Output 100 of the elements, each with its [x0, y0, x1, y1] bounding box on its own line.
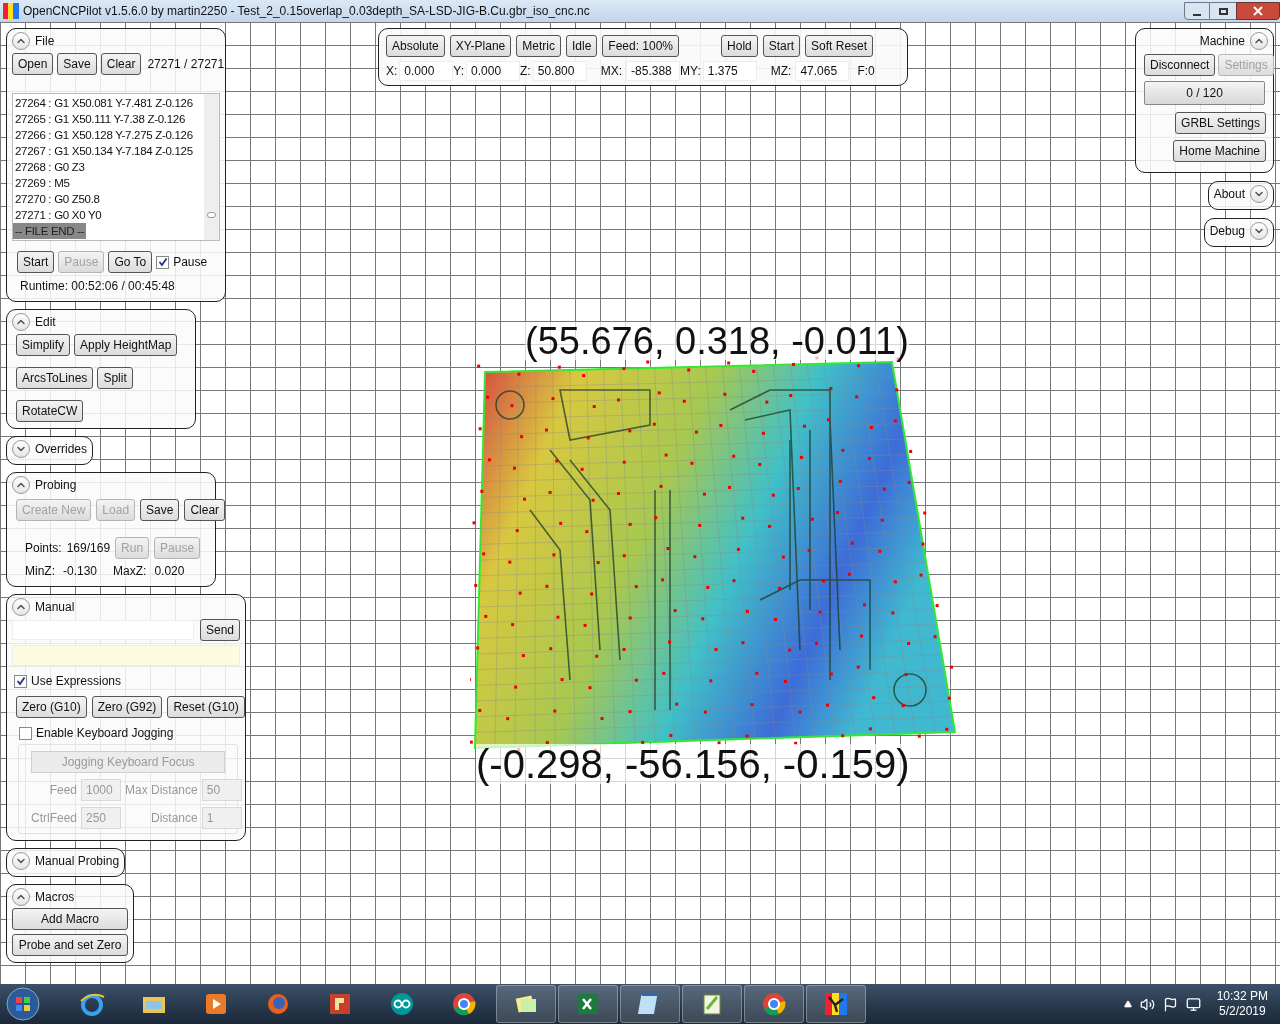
gcode-line[interactable]: 27264 : G1 X50.081 Y-7.481 Z-0.126 [13, 95, 204, 111]
media-player-icon [203, 991, 229, 1017]
maximize-button[interactable] [1210, 2, 1236, 20]
coordinate-label: MX: [600, 63, 623, 80]
gcode-line[interactable]: 27266 : G1 X50.128 Y-7.275 Z-0.126 [13, 127, 204, 143]
panel-title[interactable]: Edit [35, 313, 56, 331]
minz-value: -0.130 [63, 563, 98, 580]
taskbar-button[interactable] [496, 985, 556, 1023]
button[interactable]: Soft Reset [805, 35, 874, 57]
button[interactable]: Apply HeightMap [74, 334, 178, 356]
checkbox[interactable] [156, 255, 170, 269]
checkbox[interactable] [14, 674, 27, 688]
browser-icon [761, 991, 787, 1017]
button[interactable]: Zero (G10) [16, 696, 87, 718]
button[interactable]: Save [140, 499, 180, 521]
button[interactable]: Clear [100, 53, 142, 75]
start-button[interactable] [4, 986, 42, 1022]
gcode-line[interactable]: 27271 : G0 X0 Y0 [13, 207, 204, 223]
gcode-line[interactable]: 27268 : G0 Z3 [13, 159, 204, 175]
status-button[interactable]: XY-Plane [449, 35, 512, 57]
collapse-icon[interactable] [12, 313, 30, 331]
status-button[interactable]: Idle [565, 35, 598, 57]
button[interactable]: Start [762, 35, 801, 57]
panel-title[interactable]: Debug [1209, 222, 1245, 240]
button[interactable]: GRBL Settings [1175, 112, 1266, 134]
taskbar-button[interactable] [744, 985, 804, 1023]
browser-icon [451, 991, 477, 1017]
button[interactable]: Reset (G10) [167, 696, 245, 718]
panel-title[interactable]: Macros [35, 888, 75, 906]
button[interactable]: Send [199, 619, 240, 641]
button[interactable]: Zero (G92) [91, 696, 163, 718]
coordinate-label: (55.676, 0.318, -0.011) [525, 322, 909, 360]
input-field[interactable]: 0.000 [399, 61, 454, 81]
collapse-icon[interactable] [12, 476, 30, 494]
scrollbar[interactable] [204, 94, 219, 240]
taskbar-button[interactable] [682, 985, 742, 1023]
taskbar-button[interactable] [558, 985, 618, 1023]
tray-arrow-icon[interactable] [1123, 1000, 1132, 1008]
expand-icon[interactable] [12, 440, 30, 458]
button[interactable]: Add Macro [12, 908, 128, 930]
collapse-icon[interactable] [12, 888, 30, 906]
gcode-line[interactable]: 27270 : G0 Z50.8 [13, 191, 204, 207]
input-field[interactable] [12, 620, 194, 640]
status-button[interactable]: Metric [516, 35, 561, 57]
coordinate-label: Z: [520, 63, 531, 80]
button[interactable]: Split [97, 367, 133, 389]
button[interactable]: Go To [108, 251, 153, 273]
panel-title[interactable]: Machine [1199, 32, 1245, 50]
status-button[interactable]: Feed: 100% [602, 35, 680, 57]
gcode-list[interactable] [12, 93, 220, 241]
button[interactable]: RotateCW [16, 400, 84, 422]
button[interactable]: Home Machine [1173, 140, 1266, 162]
taskbar-button[interactable] [620, 985, 680, 1023]
button[interactable]: Open [12, 53, 54, 75]
expand-icon[interactable] [1250, 185, 1268, 203]
input-field[interactable]: 47.065 [795, 61, 850, 81]
panel-title[interactable]: Overrides [35, 440, 87, 458]
panel-title[interactable]: File [35, 32, 55, 50]
input-field[interactable]: 50.800 [532, 61, 587, 81]
button[interactable]: ArcsToLines [16, 367, 94, 389]
minimize-button[interactable] [1184, 2, 1210, 20]
checkbox[interactable] [19, 726, 32, 740]
spreadsheet-icon [575, 991, 601, 1017]
collapse-icon[interactable] [12, 598, 30, 616]
button[interactable]: Hold [721, 35, 758, 57]
app-icon [3, 3, 19, 19]
panel-title[interactable]: Manual Probing [35, 852, 120, 870]
expand-icon[interactable] [1250, 222, 1268, 240]
flag-icon[interactable] [1162, 996, 1178, 1012]
browser-icon [79, 991, 105, 1017]
collapse-icon[interactable] [12, 32, 30, 50]
gcode-line[interactable]: 27267 : G1 X50.134 Y-7.184 Z-0.125 [13, 143, 204, 159]
panel-title[interactable]: Manual [35, 598, 75, 616]
button[interactable]: Clear [184, 499, 226, 521]
button[interactable]: Probe and set Zero [12, 934, 128, 956]
close-button[interactable] [1236, 2, 1280, 20]
button[interactable]: Simplify [16, 334, 70, 356]
minz-label: MinZ: [25, 563, 55, 580]
gcode-line[interactable]: 27265 : G1 X50.111 Y-7.38 Z-0.126 [13, 111, 204, 127]
coordinate-label: MZ: [770, 63, 792, 80]
taskbar-button[interactable] [806, 985, 866, 1023]
3d-viewport[interactable] [0, 22, 1280, 984]
button[interactable]: Save [57, 53, 97, 75]
gcode-line[interactable]: 27269 : M5 [13, 175, 204, 191]
expand-icon[interactable] [12, 852, 30, 870]
field-label: Distance [150, 810, 198, 827]
status-button[interactable]: Absolute [386, 35, 445, 57]
field-label: Feed [48, 782, 77, 799]
input-field[interactable]: 0.000 [466, 61, 521, 81]
button[interactable]: Start [17, 251, 55, 273]
button[interactable]: Disconnect [1144, 54, 1216, 76]
network-icon[interactable] [1185, 996, 1201, 1012]
speaker-icon[interactable] [1139, 996, 1155, 1012]
input-field[interactable]: 1.375 [702, 61, 757, 81]
panel-title[interactable]: About [1213, 185, 1245, 203]
clock[interactable]: 10:32 PM 5/2/2019 [1216, 989, 1268, 1019]
collapse-icon[interactable] [1250, 32, 1268, 50]
checkbox-label: Enable Keyboard Jogging [36, 725, 174, 742]
panel-title[interactable]: Probing [35, 476, 77, 494]
input-field[interactable]: -85.388 [626, 61, 681, 81]
